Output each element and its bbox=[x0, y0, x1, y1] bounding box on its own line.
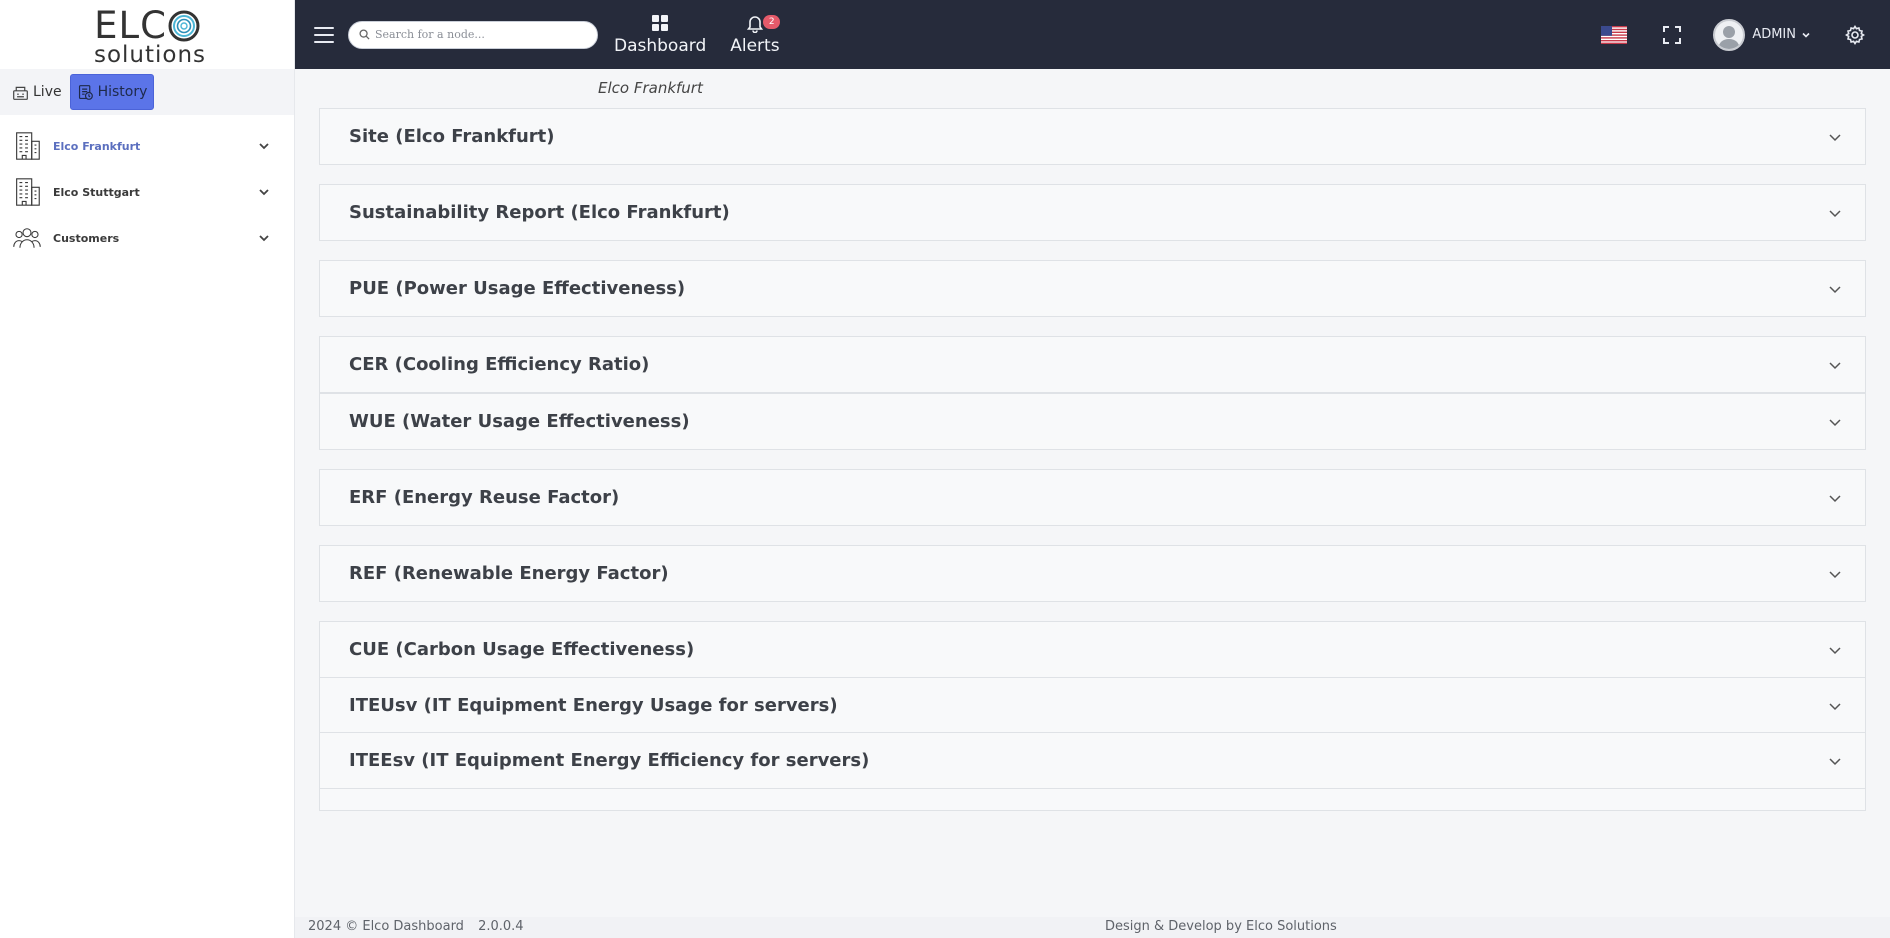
logo-ring-icon bbox=[168, 10, 200, 41]
topbar: Dashboard 2 Alerts ADMIN bbox=[295, 0, 1890, 69]
accordion-ref[interactable]: REF (Renewable Energy Factor) bbox=[319, 545, 1866, 602]
accordion-title: CER (Cooling Efficiency Ratio) bbox=[349, 354, 650, 375]
footer: 2024 © Elco Dashboard 2.0.0.4 Design & D… bbox=[295, 917, 1890, 938]
accordion-footer bbox=[319, 789, 1866, 811]
building-icon bbox=[10, 175, 44, 209]
footer-version: 2.0.0.4 bbox=[478, 919, 524, 934]
bell-icon bbox=[746, 16, 763, 33]
tree-item-label: Elco Stuttgart bbox=[53, 185, 140, 199]
user-menu[interactable]: ADMIN bbox=[1713, 18, 1811, 51]
menu-toggle-icon[interactable] bbox=[314, 26, 334, 43]
accordion-cer[interactable]: CER (Cooling Efficiency Ratio) bbox=[319, 336, 1866, 393]
tree-item-label: Elco Frankfurt bbox=[53, 139, 141, 153]
accordion-title: ITEEsv (IT Equipment Energy Efficiency f… bbox=[349, 750, 870, 771]
node-tree: Elco Frankfurt Elco Stuttgart Customers bbox=[0, 115, 294, 261]
breadcrumb: Elco Frankfurt bbox=[598, 79, 703, 97]
dashboard-button[interactable]: Dashboard bbox=[614, 13, 706, 56]
chevron-down-icon bbox=[1829, 418, 1841, 426]
accordion-iteesv[interactable]: ITEEsv (IT Equipment Energy Efficiency f… bbox=[319, 732, 1866, 789]
users-icon bbox=[10, 221, 44, 255]
tree-item-elco-stuttgart[interactable]: Elco Stuttgart bbox=[0, 169, 294, 215]
search-icon bbox=[359, 29, 370, 40]
live-icon bbox=[13, 86, 28, 100]
history-icon bbox=[78, 84, 93, 100]
accordion-title: Sustainability Report (Elco Frankfurt) bbox=[349, 202, 730, 223]
logo-text-bottom: solutions bbox=[93, 41, 207, 68]
chevron-down-icon bbox=[1802, 32, 1810, 38]
chevron-down-icon bbox=[1829, 133, 1841, 141]
accordion-iteusv[interactable]: ITEUsv (IT Equipment Energy Usage for se… bbox=[319, 677, 1866, 734]
accordion-title: WUE (Water Usage Effectiveness) bbox=[349, 411, 690, 432]
history-button[interactable]: History bbox=[69, 74, 155, 110]
dashboard-icon bbox=[652, 15, 669, 31]
fullscreen-icon[interactable] bbox=[1663, 25, 1682, 44]
accordion-title: REF (Renewable Energy Factor) bbox=[349, 563, 669, 584]
alerts-button[interactable]: 2 Alerts bbox=[730, 13, 781, 56]
footer-copyright: 2024 © Elco Dashboard bbox=[308, 919, 464, 934]
user-name: ADMIN bbox=[1752, 27, 1796, 42]
avatar bbox=[1713, 18, 1746, 51]
live-label: Live bbox=[33, 84, 62, 100]
history-label: History bbox=[97, 84, 148, 100]
accordion-pue[interactable]: PUE (Power Usage Effectiveness) bbox=[319, 260, 1866, 317]
building-icon bbox=[10, 129, 44, 163]
chevron-down-icon bbox=[1829, 646, 1841, 654]
chevron-down-icon bbox=[1829, 757, 1841, 765]
us-flag-icon[interactable] bbox=[1601, 25, 1628, 44]
chevron-down-icon bbox=[1829, 494, 1841, 502]
tree-item-customers[interactable]: Customers bbox=[0, 215, 294, 261]
footer-credit: Design & Develop by Elco Solutions bbox=[1105, 919, 1337, 934]
logo-text-top: ELC bbox=[94, 3, 167, 47]
brand-logo[interactable]: ELC solutions bbox=[0, 0, 294, 69]
tree-item-elco-frankfurt[interactable]: Elco Frankfurt bbox=[0, 123, 294, 169]
accordion-title: PUE (Power Usage Effectiveness) bbox=[349, 278, 686, 299]
accordion-erf[interactable]: ERF (Energy Reuse Factor) bbox=[319, 469, 1866, 526]
mode-switch: Live History bbox=[0, 69, 294, 115]
search-box bbox=[348, 20, 598, 49]
accordion-cue[interactable]: CUE (Carbon Usage Effectiveness) bbox=[319, 621, 1866, 678]
accordion-title: CUE (Carbon Usage Effectiveness) bbox=[349, 639, 695, 660]
tree-item-label: Customers bbox=[53, 231, 120, 245]
gear-icon[interactable] bbox=[1845, 24, 1865, 45]
alerts-label: Alerts bbox=[730, 36, 780, 56]
accordion-sustainability-report[interactable]: Sustainability Report (Elco Frankfurt) bbox=[319, 184, 1866, 241]
chevron-down-icon bbox=[1829, 209, 1841, 217]
accordion-title: Site (Elco Frankfurt) bbox=[349, 126, 555, 147]
accordion-site[interactable]: Site (Elco Frankfurt) bbox=[319, 108, 1866, 165]
accordion-wue[interactable]: WUE (Water Usage Effectiveness) bbox=[319, 393, 1866, 450]
accordion-title: ITEUsv (IT Equipment Energy Usage for se… bbox=[349, 695, 838, 716]
alerts-badge: 2 bbox=[763, 15, 781, 29]
live-button[interactable]: Live bbox=[8, 74, 66, 110]
chevron-down-icon bbox=[1829, 361, 1841, 369]
dashboard-label: Dashboard bbox=[614, 36, 707, 56]
search-input[interactable] bbox=[375, 28, 575, 41]
chevron-down-icon[interactable] bbox=[258, 232, 270, 244]
chevron-down-icon bbox=[1829, 702, 1841, 710]
chevron-down-icon bbox=[1829, 570, 1841, 578]
accordion-title: ERF (Energy Reuse Factor) bbox=[349, 487, 620, 508]
chevron-down-icon[interactable] bbox=[258, 186, 270, 198]
main-content: Elco Frankfurt Site (Elco Frankfurt) Sus… bbox=[295, 69, 1890, 917]
chevron-down-icon[interactable] bbox=[258, 140, 270, 152]
sidebar: ELC solutions Live History Elco Frankfur… bbox=[0, 0, 295, 938]
chevron-down-icon bbox=[1829, 285, 1841, 293]
